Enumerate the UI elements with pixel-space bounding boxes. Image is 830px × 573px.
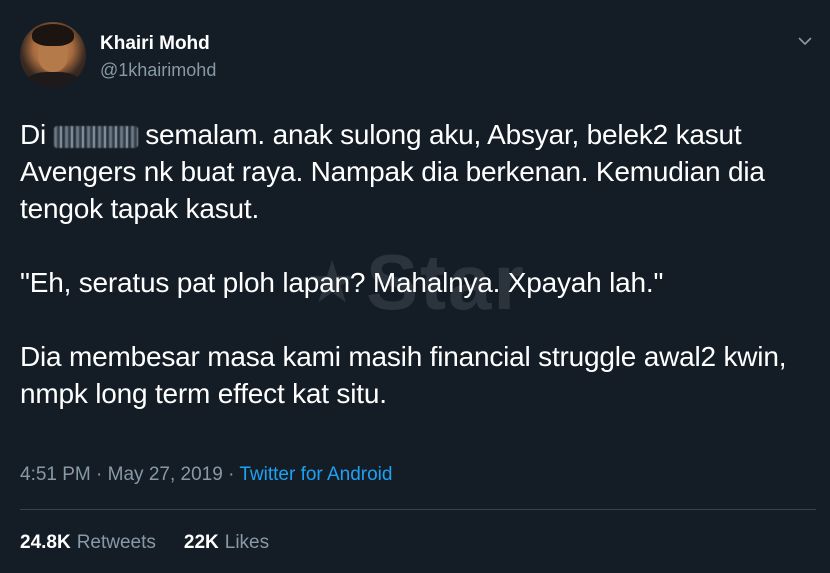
meta-separator: · [90,464,108,485]
tweet-text: Di semalam. anak sulong aku, Absyar, bel… [20,116,820,412]
avatar-hair [32,24,74,46]
tweet-date[interactable]: May 27, 2019 [108,464,223,485]
user-names: Khairi Mohd @1khairimohd [100,32,216,79]
retweets-stat[interactable]: 24.8K Retweets [20,532,156,554]
tweet-line1-prefix: Di [20,119,47,150]
avatar[interactable] [20,22,86,88]
censored-word [53,125,138,148]
likes-count: 22K [183,532,219,553]
likes-label: Likes [224,532,270,553]
retweets-count: 24.8K [20,532,71,553]
tweet-time[interactable]: 4:51 PM [20,464,91,485]
tweet-paragraph-3: Dia membesar masa kami masih financial s… [20,341,787,409]
chevron-down-icon[interactable] [798,34,812,48]
tweet-source-link[interactable]: Twitter for Android [239,464,392,485]
user-handle[interactable]: @1khairimohd [100,61,216,79]
meta-separator: · [222,464,240,485]
divider [20,509,816,510]
likes-stat[interactable]: 22K Likes [184,532,269,554]
tweet-header: Khairi Mohd @1khairimohd [20,22,216,88]
tweet-stats: 24.8K Retweets 22K Likes [20,532,297,554]
retweets-label: Retweets [76,532,156,553]
tweet-meta: 4:51 PM · May 27, 2019 · Twitter for And… [20,464,392,486]
tweet-paragraph-2: "Eh, seratus pat ploh lapan? Mahalnya. X… [20,267,664,298]
tweet-paragraph-1: Di semalam. anak sulong aku, Absyar, bel… [20,116,820,227]
display-name[interactable]: Khairi Mohd [100,34,216,53]
avatar-shirt [24,72,82,88]
tweet-card: Khairi Mohd @1khairimohd Di semalam. ana… [0,0,830,573]
